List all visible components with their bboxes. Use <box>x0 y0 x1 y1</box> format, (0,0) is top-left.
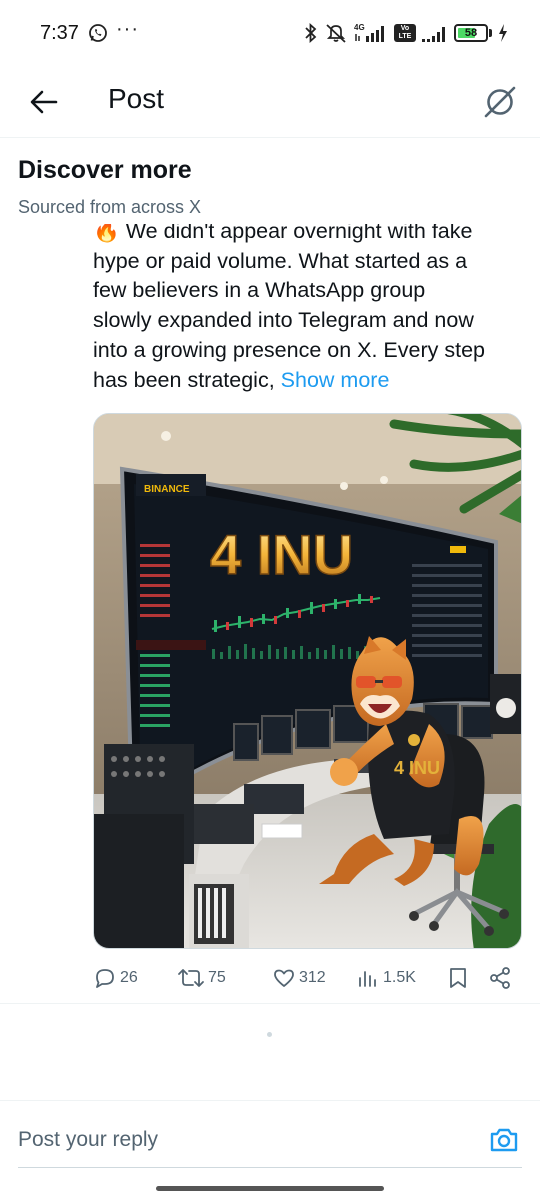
charging-icon <box>498 24 508 42</box>
camera-icon <box>490 1128 518 1152</box>
battery-percent: 58 <box>464 27 478 39</box>
signal-icon-2 <box>422 22 448 44</box>
network-type: 4G <box>354 23 365 32</box>
bookmark-icon <box>450 968 466 988</box>
like-count: 312 <box>299 969 326 986</box>
views-button[interactable]: 1.5K <box>356 962 416 994</box>
exchange-label: BINANCE <box>144 484 190 495</box>
views-icon <box>359 971 376 987</box>
bluetooth-icon <box>304 22 318 44</box>
reply-count: 26 <box>120 969 138 986</box>
back-arrow-icon <box>30 90 58 114</box>
loading-dot <box>267 1032 272 1037</box>
repost-button[interactable]: 75 <box>177 962 226 994</box>
camera-button[interactable] <box>488 1124 520 1156</box>
reply-composer <box>18 1118 522 1168</box>
grok-button[interactable] <box>478 80 522 124</box>
post-text-line: hype or paid volume. What started as a <box>93 248 468 273</box>
status-time: 7:37 <box>40 22 79 44</box>
repost-icon <box>178 969 204 987</box>
post-text-line: into a growing presence on X. Every step <box>93 337 485 362</box>
more-notifications-icon: ··· <box>116 18 139 40</box>
status-indicators: 4G Vo LTE 58 <box>304 20 508 46</box>
discover-title: Discover more <box>18 156 192 184</box>
image-headline: 4 INU <box>210 523 353 586</box>
post-text-line: has been strategic, <box>93 367 281 392</box>
post-text-line: 🔥 We didn't appear overnight with fake <box>93 224 473 243</box>
shirt-text: 4 INU <box>394 758 440 778</box>
top-app-bar: Post <box>0 66 540 138</box>
page-title: Post <box>108 83 165 114</box>
status-bar: 7:37 ··· 4G Vo LTE 58 <box>0 0 540 66</box>
discover-section: Discover more Sourced from across X <box>18 156 201 218</box>
like-icon <box>274 969 294 987</box>
divider <box>0 1003 540 1004</box>
signal-icon: 4G <box>354 22 388 44</box>
mute-icon <box>324 22 348 44</box>
battery-cap <box>489 29 492 37</box>
post-text-line: slowly expanded into Telegram and now <box>93 308 474 333</box>
reply-input[interactable] <box>18 1122 458 1158</box>
post-text-content: 🔥 We didn't appear overnight with fake h… <box>93 224 523 395</box>
discover-subtitle: Sourced from across X <box>18 197 202 217</box>
post-text-line-last: has been strategic, Show more <box>93 366 523 396</box>
home-indicator <box>156 1186 384 1191</box>
divider <box>0 1100 540 1101</box>
volte-badge: Vo LTE <box>394 24 416 42</box>
grok-icon <box>484 86 516 118</box>
back-button[interactable] <box>24 82 64 122</box>
reply-icon <box>96 969 114 988</box>
reply-button[interactable]: 26 <box>93 962 138 994</box>
image-illustration: BINANCE 4 INU 4 INU <box>94 414 521 948</box>
post-image[interactable]: BINANCE 4 INU 4 INU <box>93 413 522 949</box>
post-text: 🔥 We didn't appear overnight with fake h… <box>93 224 523 409</box>
bookmark-button[interactable] <box>447 962 469 994</box>
share-button[interactable] <box>488 962 512 994</box>
views-count: 1.5K <box>383 969 416 986</box>
like-button[interactable]: 312 <box>272 962 326 994</box>
whatsapp-icon <box>88 23 108 43</box>
battery-icon: 58 <box>454 24 488 42</box>
show-more-link[interactable]: Show more <box>281 368 390 392</box>
post-text-line: few believers in a WhatsApp group <box>93 278 426 303</box>
repost-count: 75 <box>208 969 226 986</box>
post-actions: 26 75 312 1.5K <box>93 962 523 994</box>
share-icon <box>490 967 510 989</box>
